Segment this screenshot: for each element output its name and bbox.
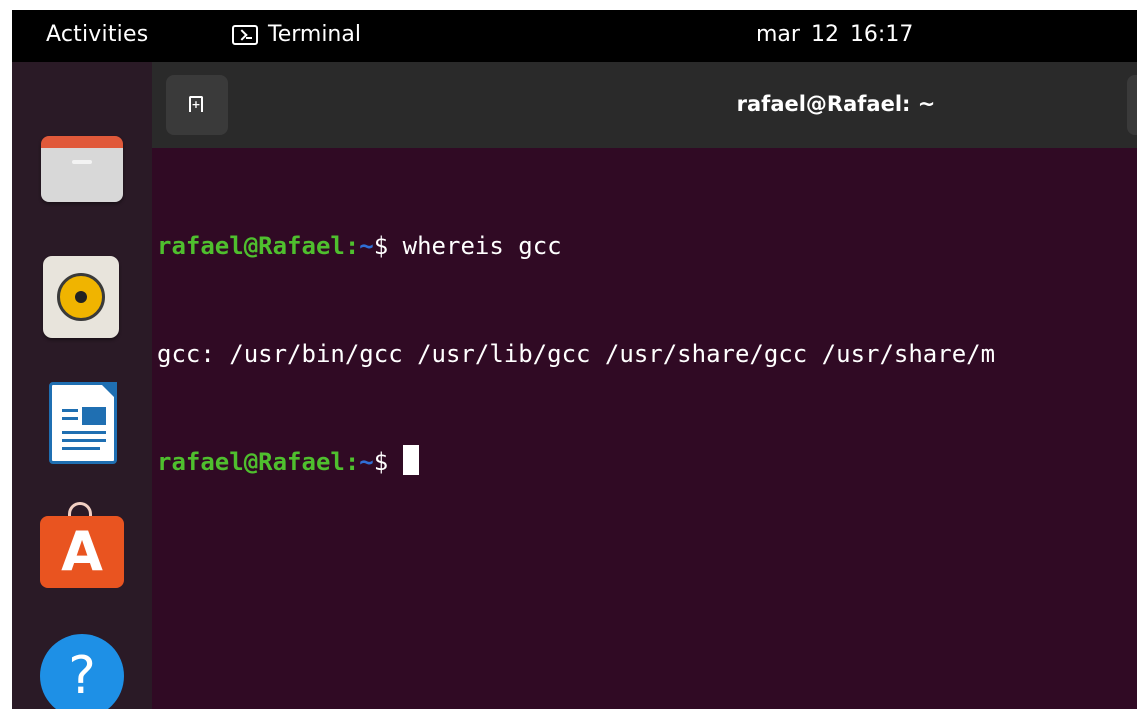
terminal-line: gcc: /usr/bin/gcc /usr/lib/gcc /usr/shar… <box>157 336 1137 372</box>
writer-corner <box>99 382 117 400</box>
writer-line <box>62 447 100 450</box>
command-text <box>388 448 402 476</box>
writer-line <box>62 417 78 420</box>
dock-item-writer[interactable] <box>39 378 125 464</box>
command-text: whereis gcc <box>388 232 562 260</box>
app-center-icon: A <box>40 516 124 588</box>
dock-item-help[interactable]: ? <box>39 632 125 709</box>
help-icon: ? <box>40 634 124 709</box>
prompt-user: rafael@Rafael <box>157 448 345 476</box>
text-cursor <box>402 445 419 475</box>
dock-item-app-center[interactable]: A <box>39 502 125 588</box>
clock[interactable]: mar 12 16:17 <box>756 22 913 47</box>
desktop-screen: Activities Terminal mar 12 16:17 A ? + r… <box>12 10 1137 709</box>
libreoffice-writer-icon <box>49 382 117 464</box>
prompt-user: rafael@Rafael <box>157 232 345 260</box>
terminal-icon <box>232 24 258 45</box>
prompt-colon: : <box>344 232 360 260</box>
app-menu-label: Terminal <box>268 22 361 47</box>
writer-picture <box>82 407 106 425</box>
writer-line <box>62 431 106 434</box>
header-menu-button[interactable] <box>1127 75 1137 135</box>
window-title: rafael@Rafael: ~ <box>736 92 936 116</box>
terminal-line: rafael@Rafael:~$ whereis gcc <box>157 228 1137 264</box>
command-output: gcc: /usr/bin/gcc /usr/lib/gcc /usr/shar… <box>157 340 996 368</box>
files-icon <box>41 136 123 202</box>
rhythmbox-icon <box>43 256 119 338</box>
dock-item-rhythmbox[interactable] <box>39 248 125 338</box>
terminal-output[interactable]: rafael@Rafael:~$ whereis gcc gcc: /usr/b… <box>152 148 1137 709</box>
writer-line <box>62 409 78 412</box>
terminal-header-bar: + rafael@Rafael: ~ <box>152 62 1137 148</box>
app-menu-terminal[interactable]: Terminal <box>232 22 361 47</box>
dock: A ? <box>12 62 152 709</box>
activities-button[interactable]: Activities <box>46 22 148 47</box>
dock-item-files[interactable] <box>39 122 125 208</box>
writer-line <box>62 439 106 442</box>
prompt-symbol: $ <box>373 232 389 260</box>
prompt-path: ~ <box>359 232 374 260</box>
terminal-window[interactable]: + rafael@Rafael: ~ rafael@Rafael:~$ wher… <box>152 62 1137 709</box>
prompt-path: ~ <box>359 448 374 476</box>
top-bar: Activities Terminal mar 12 16:17 <box>12 10 1137 62</box>
terminal-line: rafael@Rafael:~$ <box>157 444 1137 480</box>
prompt-colon: : <box>344 448 360 476</box>
prompt-symbol: $ <box>373 448 389 476</box>
